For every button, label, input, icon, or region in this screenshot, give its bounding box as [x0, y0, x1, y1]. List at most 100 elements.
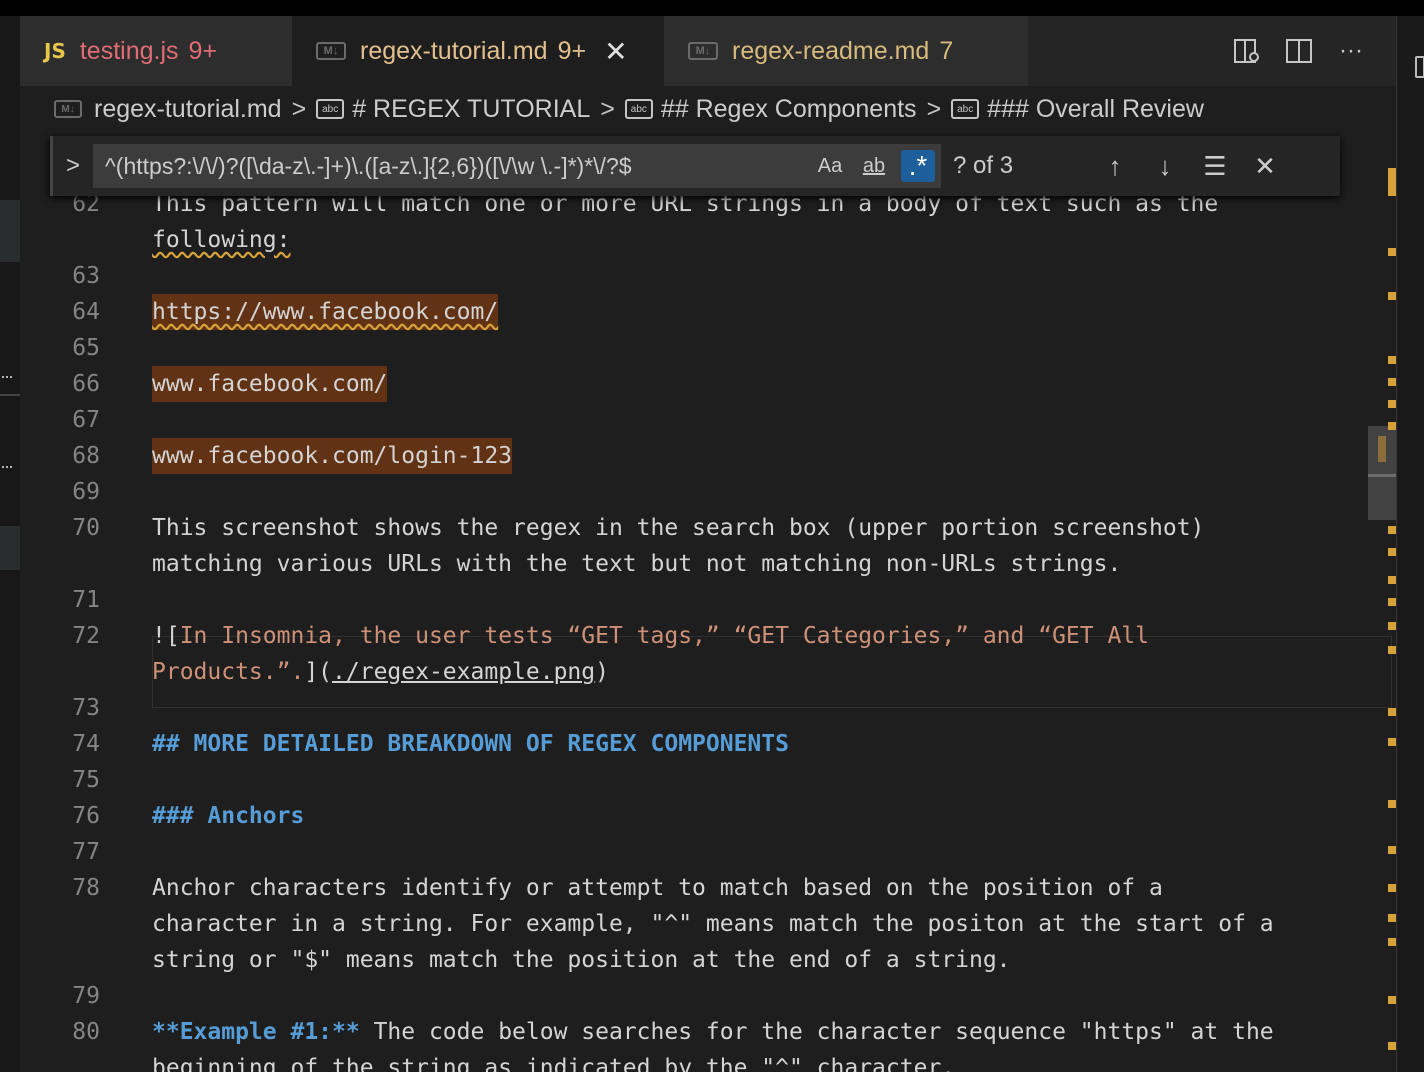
warning-marker: [1388, 738, 1396, 746]
find-input[interactable]: [103, 151, 847, 181]
line-number: 71: [72, 587, 100, 613]
line-text: beginning of the string as indicated by …: [152, 1055, 956, 1072]
code-line: following:: [20, 222, 1396, 258]
warning-marker: [1388, 622, 1396, 630]
panel-icon[interactable]: [1415, 56, 1424, 78]
code-line: 63: [20, 258, 1396, 294]
javascript-icon: JS: [44, 39, 66, 63]
line-number: 79: [72, 983, 100, 1009]
line-text: character in a string. For example, "^" …: [152, 911, 1274, 937]
match-case-toggle[interactable]: Aa: [813, 150, 847, 182]
line-number: 68: [72, 443, 100, 469]
warning-marker: [1388, 422, 1396, 430]
line-number: 80: [72, 1019, 100, 1045]
line-text: **Example #1:** The code below searches …: [152, 1014, 1274, 1050]
vertical-scrollbar[interactable]: [1368, 168, 1396, 1072]
code-line: 76 ### Anchors: [20, 798, 1396, 834]
line-number: 72: [72, 623, 100, 649]
line-number: 65: [72, 335, 100, 361]
code-line: string or "$" means match the position a…: [20, 942, 1396, 978]
activity-bar-edge: ··· ···: [0, 16, 20, 1072]
code-line: 74 ## MORE DETAILED BREAKDOWN OF REGEX C…: [20, 726, 1396, 762]
code-line: 77: [20, 834, 1396, 870]
arrow-up-icon[interactable]: ↑: [1101, 151, 1129, 182]
find-match: https://www.facebook.com/: [152, 294, 499, 330]
code-line: 78 Anchor characters identify or attempt…: [20, 870, 1396, 906]
line-number: 63: [72, 263, 100, 289]
code-line: Products.”.](./regex-example.png): [20, 654, 1396, 690]
more-actions-icon[interactable]: ···: [1336, 36, 1366, 66]
line-number: 78: [72, 875, 100, 901]
chevron-right-icon[interactable]: >: [53, 152, 93, 180]
code-line: 65: [20, 330, 1396, 366]
warning-marker: [1388, 938, 1396, 946]
line-number: 66: [72, 371, 100, 397]
find-input-box: Aa ab .*: [93, 144, 941, 188]
line-number: 70: [72, 515, 100, 541]
find-in-selection-icon[interactable]: ☰: [1201, 151, 1229, 182]
line-number: 69: [72, 479, 100, 505]
warning-marker: [1388, 1042, 1396, 1050]
image-syntax: ![: [152, 623, 180, 649]
find-actions: ↑ ↓ ☰ ✕: [1101, 151, 1279, 182]
more-icon-2[interactable]: ···: [0, 456, 14, 477]
match-count: ? of 3: [953, 152, 1014, 179]
chevron-right-icon: >: [926, 94, 942, 123]
find-match: www.facebook.com/login-123: [152, 438, 513, 474]
split-editor-icon[interactable]: [1284, 36, 1314, 66]
regex-toggle[interactable]: .*: [901, 150, 935, 182]
divider: [0, 394, 20, 396]
find-widget: > Aa ab .* ? of 3 ↑ ↓ ☰ ✕: [50, 136, 1340, 196]
warning-marker: [1388, 914, 1396, 922]
line-number: 74: [72, 731, 100, 757]
code-line: 73: [20, 690, 1396, 726]
code-line: 79: [20, 978, 1396, 1014]
image-alt-text: In Insomnia, the user tests “GET tags,” …: [179, 623, 1150, 649]
editor-actions: ···: [1232, 36, 1366, 66]
warning-marker: [1388, 708, 1396, 716]
sidebar-block-2: [0, 526, 20, 570]
warning-marker: [1388, 576, 1396, 584]
breadcrumb: M↓ regex-tutorial.md > abc # REGEX TUTOR…: [20, 86, 1396, 132]
scrollbar-cursor-marker: [1368, 474, 1396, 477]
tab-testing-js[interactable]: JS testing.js 9+: [20, 16, 292, 86]
arrow-down-icon[interactable]: ↓: [1151, 151, 1179, 182]
line-number: 77: [72, 839, 100, 865]
image-link[interactable]: ./regex-example.png: [332, 659, 595, 685]
line-number: 76: [72, 803, 100, 829]
code-line: 69: [20, 474, 1396, 510]
tab-regex-tutorial-md[interactable]: M↓ regex-tutorial.md 9+ ✕: [292, 16, 664, 86]
breadcrumb-item[interactable]: ### Overall Review: [987, 95, 1204, 124]
warning-marker: [1388, 846, 1396, 854]
more-icon[interactable]: ···: [0, 366, 14, 387]
warning-marker: [1388, 598, 1396, 606]
warning-marker: [1388, 400, 1396, 408]
code-line: 64 https://www.facebook.com/: [20, 294, 1396, 330]
find-match-marker: [1378, 436, 1386, 462]
line-text: matching various URLs with the text but …: [152, 551, 1122, 577]
line-text: This screenshot shows the regex in the s…: [152, 515, 1205, 541]
warning-marker: [1388, 292, 1396, 300]
tab-regex-readme-md[interactable]: M↓ regex-readme.md 7: [664, 16, 1028, 86]
close-icon[interactable]: ✕: [604, 35, 627, 68]
close-icon[interactable]: ✕: [1251, 151, 1279, 182]
string-icon: abc: [624, 99, 653, 119]
title-bar: [0, 0, 1424, 16]
warning-marker: [1388, 548, 1396, 556]
breadcrumb-item[interactable]: # REGEX TUTORIAL: [352, 95, 590, 124]
markdown-icon: M↓: [688, 42, 718, 60]
code-line: 80 **Example #1:** The code below search…: [20, 1014, 1396, 1050]
line-number: 75: [72, 767, 100, 793]
sidebar-block: [0, 200, 20, 262]
line-text: This pattern will match one or more URL …: [152, 196, 1219, 217]
line-text: string or "$" means match the position a…: [152, 947, 1011, 973]
line-text: Products.”.](./regex-example.png): [152, 654, 609, 690]
whole-word-toggle[interactable]: ab: [857, 150, 891, 182]
open-preview-icon[interactable]: [1232, 36, 1262, 66]
breadcrumb-file[interactable]: regex-tutorial.md: [94, 95, 282, 124]
markdown-bold: **Example #1:**: [152, 1019, 360, 1045]
code-line: 72 ![In Insomnia, the user tests “GET ta…: [20, 618, 1396, 654]
code-line: 67: [20, 402, 1396, 438]
breadcrumb-item[interactable]: ## Regex Components: [661, 95, 917, 124]
editor-content[interactable]: 62 This pattern will match one or more U…: [20, 196, 1396, 1072]
